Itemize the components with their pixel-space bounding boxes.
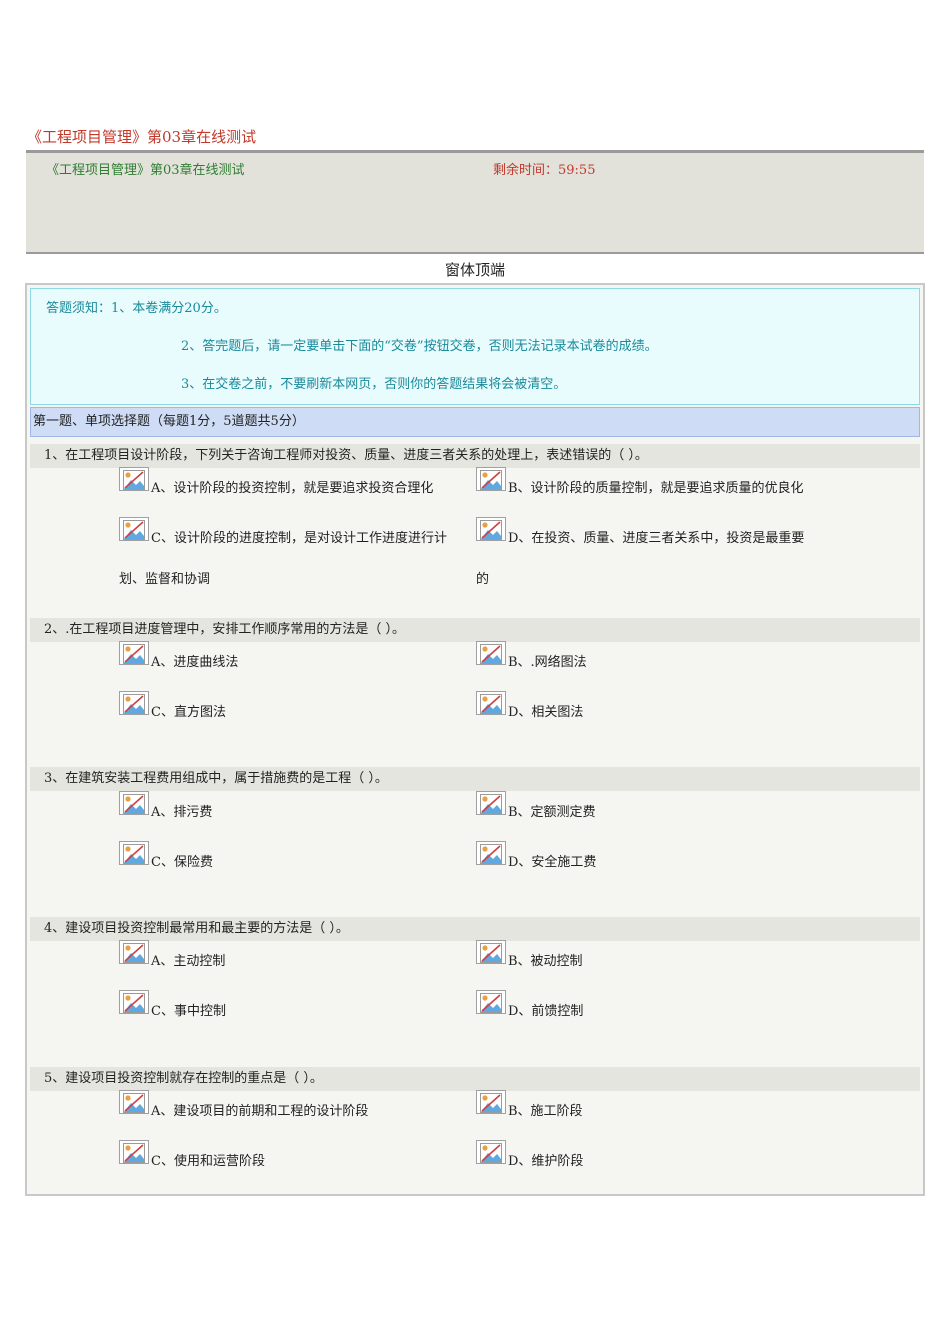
quiz-header: 《工程项目管理》第03章在线测试 剩余时间：59:55 (26, 150, 924, 254)
answer-notice: 答题须知：1、本卷满分20分。 2、答完题后，请一定要单击下面的“交卷”按钮交卷… (30, 288, 920, 405)
option-label: A、设计阶段的投资控制，就是要追求投资合理化 (151, 481, 434, 496)
radio-button[interactable] (476, 517, 506, 541)
question-text: 2、.在工程项目进度管理中，安排工作顺序常用的方法是（ ）。 (30, 618, 920, 642)
option-label: C、事中控制 (151, 1004, 226, 1019)
notice-line-2: 2、答完题后，请一定要单击下面的“交卷”按钮交卷，否则无法记录本试卷的成绩。 (181, 339, 658, 354)
notice-line-3: 3、在交卷之前，不要刷新本网页，否则你的答题结果将会被清空。 (181, 377, 567, 392)
quiz-form: 答题须知：1、本卷满分20分。 2、答完题后，请一定要单击下面的“交卷”按钮交卷… (25, 283, 925, 1196)
option-label: B、施工阶段 (508, 1104, 583, 1119)
radio-button[interactable] (119, 691, 149, 715)
option-label: B、设计阶段的质量控制，就是要追求质量的优良化 (508, 481, 804, 496)
form-top-label: 窗体顶端 (444, 261, 505, 279)
radio-button[interactable] (119, 791, 149, 815)
radio-button[interactable] (476, 691, 506, 715)
page-title: 《工程项目管理》第03章在线测试 (27, 128, 257, 146)
radio-button[interactable] (119, 940, 149, 964)
option-label: B、.网络图法 (508, 655, 587, 670)
option-label: C、使用和运营阶段 (151, 1154, 265, 1169)
option-label: B、被动控制 (508, 954, 583, 969)
option-label: C、直方图法 (151, 705, 226, 720)
option-label: D、在投资、质量、进度三者关系中，投资是最重要 (508, 531, 805, 546)
quiz-title: 《工程项目管理》第03章在线测试 (46, 163, 245, 178)
question-text: 4、建设项目投资控制最常用和最主要的方法是（ ）。 (30, 917, 920, 941)
option-label-cont: 的 (476, 572, 490, 587)
radio-button[interactable] (476, 791, 506, 815)
radio-button[interactable] (119, 1140, 149, 1164)
option-label: A、主动控制 (151, 954, 226, 969)
option-label: D、安全施工费 (508, 855, 597, 870)
radio-button[interactable] (119, 467, 149, 491)
option-label: A、排污费 (151, 805, 213, 820)
radio-button[interactable] (119, 841, 149, 865)
radio-button[interactable] (119, 641, 149, 665)
radio-button[interactable] (476, 641, 506, 665)
question-text: 1、在工程项目设计阶段，下列关于咨询工程师对投资、质量、进度三者关系的处理上，表… (30, 444, 920, 468)
section-title: 第一题、单项选择题（每题1分，5道题共5分） (30, 407, 920, 437)
option-label: C、保险费 (151, 855, 213, 870)
radio-button[interactable] (119, 990, 149, 1014)
option-label: D、前馈控制 (508, 1004, 584, 1019)
radio-button[interactable] (476, 841, 506, 865)
option-label-cont: 划、监督和协调 (119, 572, 211, 587)
radio-button[interactable] (119, 517, 149, 541)
option-label: A、建设项目的前期和工程的设计阶段 (151, 1104, 369, 1119)
question-text: 3、在建筑安装工程费用组成中，属于措施费的是工程（ ）。 (30, 767, 920, 791)
radio-button[interactable] (476, 1090, 506, 1114)
option-label: D、相关图法 (508, 705, 584, 720)
radio-button[interactable] (476, 990, 506, 1014)
option-label: D、维护阶段 (508, 1154, 584, 1169)
notice-line-1: 答题须知：1、本卷满分20分。 (46, 301, 227, 316)
option-label: A、进度曲线法 (151, 655, 239, 670)
countdown-timer: 剩余时间：59:55 (493, 163, 596, 178)
radio-button[interactable] (476, 940, 506, 964)
radio-button[interactable] (476, 1140, 506, 1164)
radio-button[interactable] (119, 1090, 149, 1114)
question-text: 5、建设项目投资控制就存在控制的重点是（ ）。 (30, 1067, 920, 1091)
radio-button[interactable] (476, 467, 506, 491)
option-label: C、设计阶段的进度控制，是对设计工作进度进行计 (151, 531, 447, 546)
option-label: B、定额测定费 (508, 805, 596, 820)
